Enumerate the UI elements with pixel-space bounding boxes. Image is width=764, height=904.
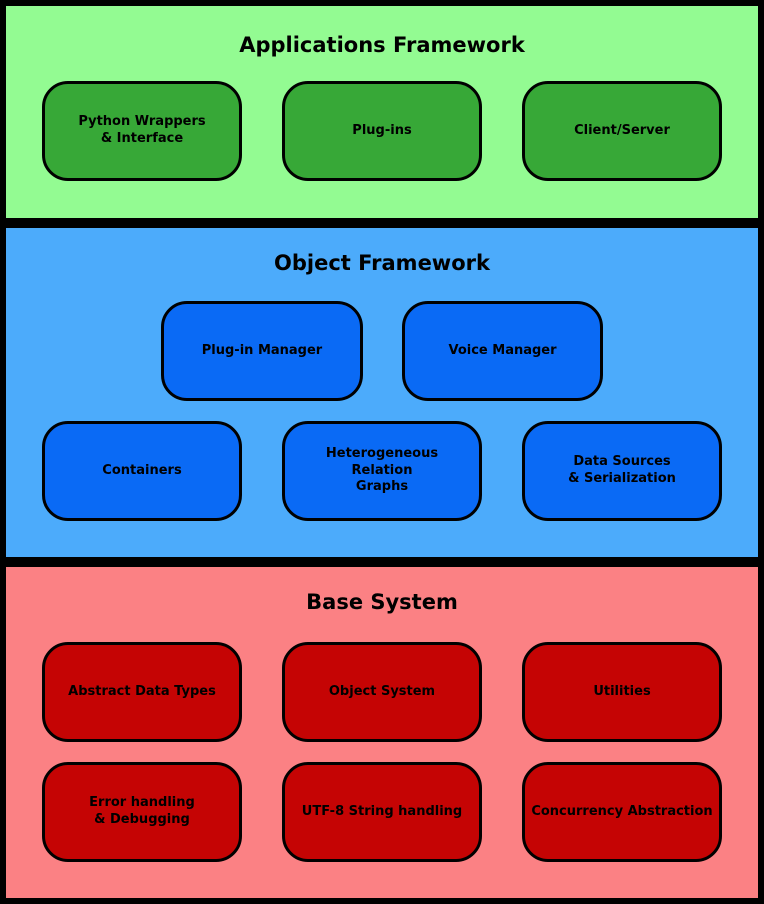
architecture-diagram: Applications Framework Python Wrappers &… bbox=[0, 0, 764, 904]
node-abstract-data-types[interactable]: Abstract Data Types bbox=[42, 642, 242, 742]
node-error-handling-debugging[interactable]: Error handling & Debugging bbox=[42, 762, 242, 862]
node-label: Data Sources & Serialization bbox=[568, 454, 676, 486]
node-python-wrappers-interface[interactable]: Python Wrappers & Interface bbox=[42, 81, 242, 181]
node-utf8-string-handling[interactable]: UTF-8 String handling bbox=[282, 762, 482, 862]
layer-title-base-system: Base System bbox=[306, 590, 458, 614]
layer-object-framework: Object Framework Plug-in Manager Voice M… bbox=[6, 228, 758, 557]
node-label: Client/Server bbox=[574, 122, 670, 138]
node-voice-manager[interactable]: Voice Manager bbox=[402, 301, 603, 401]
node-data-sources-serialization[interactable]: Data Sources & Serialization bbox=[522, 421, 722, 521]
node-label: Object System bbox=[328, 683, 436, 699]
node-client-server[interactable]: Client/Server bbox=[522, 81, 722, 181]
node-plug-ins[interactable]: Plug-ins bbox=[282, 81, 482, 181]
node-label: Utilities bbox=[593, 683, 651, 699]
node-label: Concurrency Abstraction bbox=[531, 803, 713, 819]
layer-title-object-framework: Object Framework bbox=[274, 251, 490, 275]
node-label: Plug-ins bbox=[352, 122, 412, 138]
node-heterogeneous-relation-graphs[interactable]: Heterogeneous Relation Graphs bbox=[282, 421, 482, 521]
layer-title-applications-framework: Applications Framework bbox=[239, 33, 525, 57]
node-containers[interactable]: Containers bbox=[42, 421, 242, 521]
layer-applications-framework: Applications Framework Python Wrappers &… bbox=[6, 6, 758, 218]
layer-base-system: Base System Abstract Data Types Object S… bbox=[6, 567, 758, 898]
node-label: Abstract Data Types bbox=[68, 683, 216, 699]
node-label: Voice Manager bbox=[448, 342, 557, 358]
node-object-system[interactable]: Object System bbox=[282, 642, 482, 742]
node-label: UTF-8 String handling bbox=[301, 803, 463, 819]
node-label: Error handling & Debugging bbox=[89, 795, 195, 827]
node-plug-in-manager[interactable]: Plug-in Manager bbox=[161, 301, 363, 401]
node-label: Python Wrappers & Interface bbox=[78, 114, 206, 146]
node-label: Containers bbox=[102, 462, 182, 478]
node-concurrency-abstraction[interactable]: Concurrency Abstraction bbox=[522, 762, 722, 862]
node-label: Plug-in Manager bbox=[201, 342, 323, 358]
node-label: Heterogeneous Relation Graphs bbox=[325, 446, 439, 495]
node-utilities[interactable]: Utilities bbox=[522, 642, 722, 742]
